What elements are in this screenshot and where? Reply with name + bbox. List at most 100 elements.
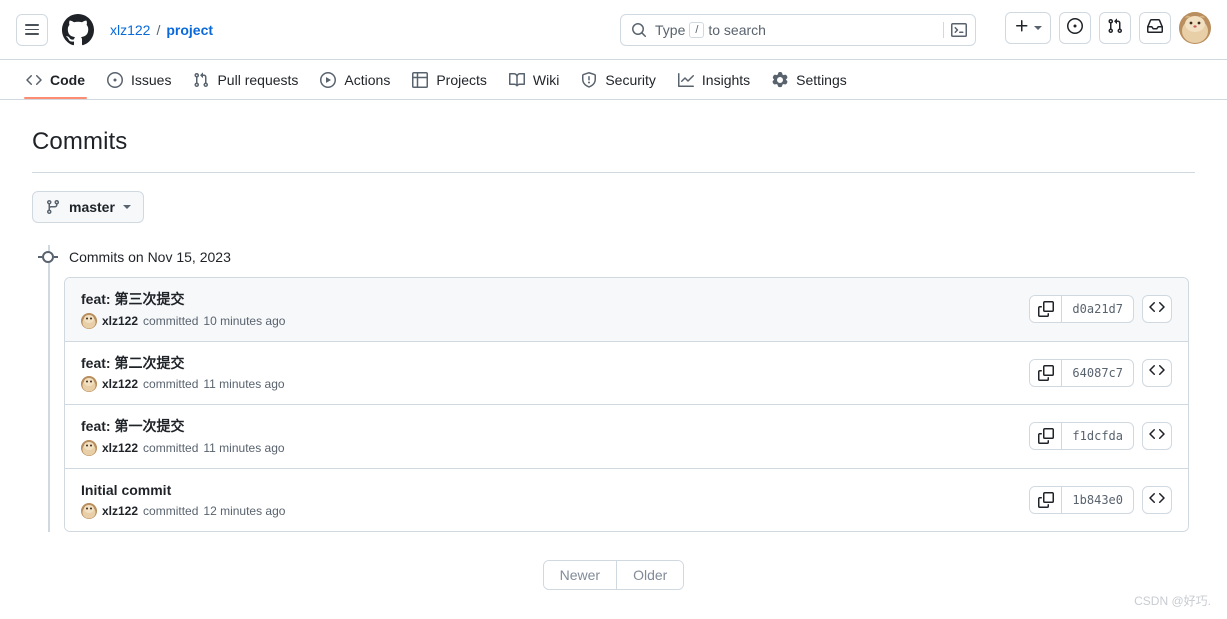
copy-icon[interactable] xyxy=(1030,487,1063,514)
commit-info: feat: 第一次提交 xlz122 committed 11 minutes … xyxy=(81,417,285,456)
copy-icon[interactable] xyxy=(1030,359,1063,386)
chevron-down-icon xyxy=(1034,26,1042,30)
breadcrumb-owner[interactable]: xlz122 xyxy=(110,22,150,38)
commit-message[interactable]: feat: 第三次提交 xyxy=(81,290,285,310)
create-new-button[interactable] xyxy=(1005,12,1051,44)
search-divider xyxy=(943,22,944,38)
search-input[interactable]: Type / to search xyxy=(620,14,976,46)
issues-button[interactable] xyxy=(1059,12,1091,44)
nav-item-settings[interactable]: Settings xyxy=(762,60,857,99)
branch-selector-button[interactable]: master xyxy=(32,191,144,223)
nav-item-security[interactable]: Security xyxy=(571,60,666,99)
nav-item-actions[interactable]: Actions xyxy=(310,60,400,99)
commit-sha[interactable]: 1b843e0 xyxy=(1062,487,1133,513)
table-row[interactable]: feat: 第三次提交 xlz122 committed 10 minutes … xyxy=(65,278,1188,342)
commit-sha[interactable]: 64087c7 xyxy=(1062,360,1133,386)
main-content: Commits master Commits on Nov 15, 2023 f… xyxy=(0,100,1227,591)
commit-info: Initial commit xlz122 committed 12 minut… xyxy=(81,481,285,520)
shield-icon xyxy=(581,71,597,88)
page-title: Commits xyxy=(32,100,1195,173)
commit-author[interactable]: xlz122 xyxy=(102,504,138,518)
sha-group: 64087c7 xyxy=(1029,358,1134,387)
branch-name-label: master xyxy=(69,199,115,215)
graph-icon xyxy=(677,72,694,88)
commit-time: 11 minutes ago xyxy=(203,440,285,455)
notifications-button[interactable] xyxy=(1139,12,1171,44)
browse-repository-button[interactable] xyxy=(1142,295,1172,324)
slash-key-hint: / xyxy=(689,22,705,38)
avatar[interactable] xyxy=(81,439,97,456)
avatar[interactable] xyxy=(81,312,97,329)
commit-message[interactable]: feat: 第一次提交 xyxy=(81,417,285,437)
commit-author[interactable]: xlz122 xyxy=(102,441,138,455)
code-icon xyxy=(26,72,42,88)
newer-button[interactable]: Newer xyxy=(543,561,617,590)
nav-item-insights[interactable]: Insights xyxy=(668,60,760,99)
commit-actions: f1dcfda xyxy=(1029,422,1172,451)
commit-group-date: Commits on Nov 15, 2023 xyxy=(69,249,231,265)
play-icon xyxy=(320,71,337,88)
nav-item-label: Actions xyxy=(344,71,391,88)
issue-opened-icon xyxy=(107,71,123,88)
hamburger-bar xyxy=(25,33,39,35)
search-container: Type / to search xyxy=(620,14,976,46)
commit-author[interactable]: xlz122 xyxy=(102,314,138,328)
user-avatar[interactable] xyxy=(1179,12,1211,44)
commit-list: feat: 第三次提交 xlz122 committed 10 minutes … xyxy=(64,277,1189,533)
nav-item-label: Wiki xyxy=(532,71,560,88)
hamburger-bar xyxy=(25,28,39,31)
avatar[interactable] xyxy=(81,503,97,520)
repo-navigation: Code Issues Pull requests Actions Projec… xyxy=(0,60,1227,100)
sha-group: 1b843e0 xyxy=(1029,486,1134,515)
nav-item-code[interactable]: Code xyxy=(16,60,95,99)
nav-item-label: Pull requests xyxy=(217,71,299,88)
issue-opened-icon xyxy=(1067,17,1083,39)
browse-repository-button[interactable] xyxy=(1142,358,1172,387)
timeline-dot-icon xyxy=(38,251,58,263)
nav-item-issues[interactable]: Issues xyxy=(97,60,181,99)
commit-sha[interactable]: f1dcfda xyxy=(1062,423,1133,449)
commit-actions: 64087c7 xyxy=(1029,358,1172,387)
hamburger-bar xyxy=(25,24,39,26)
commit-meta: xlz122 committed 11 minutes ago xyxy=(81,439,285,456)
nav-item-projects[interactable]: Projects xyxy=(402,60,497,99)
table-row[interactable]: Initial commit xlz122 committed 12 minut… xyxy=(65,468,1188,532)
commit-sha[interactable]: d0a21d7 xyxy=(1062,296,1133,322)
sha-group: f1dcfda xyxy=(1029,422,1134,451)
commit-message[interactable]: Initial commit xyxy=(81,481,285,501)
commit-group-header: Commits on Nov 15, 2023 xyxy=(38,245,1195,269)
sha-group: d0a21d7 xyxy=(1029,295,1134,324)
search-icon xyxy=(631,22,647,38)
breadcrumb-repo[interactable]: project xyxy=(166,22,213,38)
inbox-icon xyxy=(1147,18,1163,39)
code-icon xyxy=(1149,426,1165,447)
breadcrumb: xlz122 / project xyxy=(110,22,213,38)
github-logo-icon[interactable] xyxy=(62,13,94,46)
commit-message[interactable]: feat: 第二次提交 xyxy=(81,354,285,374)
terminal-icon[interactable] xyxy=(951,22,967,38)
commit-actions: d0a21d7 xyxy=(1029,295,1172,324)
commit-author[interactable]: xlz122 xyxy=(102,377,138,391)
avatar[interactable] xyxy=(81,376,97,393)
nav-item-label: Security xyxy=(605,71,656,88)
commit-time: 10 minutes ago xyxy=(203,313,286,328)
pagination: Newer Older xyxy=(32,560,1195,591)
nav-item-label: Code xyxy=(50,71,85,88)
browse-repository-button[interactable] xyxy=(1142,486,1172,515)
table-row[interactable]: feat: 第二次提交 xlz122 committed 11 minutes … xyxy=(65,341,1188,406)
gear-icon xyxy=(772,71,788,88)
browse-repository-button[interactable] xyxy=(1142,422,1172,451)
copy-icon[interactable] xyxy=(1030,296,1063,323)
nav-item-pull-requests[interactable]: Pull requests xyxy=(183,60,308,99)
hamburger-icon[interactable] xyxy=(16,13,48,46)
global-header: xlz122 / project Type / to search xyxy=(0,0,1227,60)
commit-time: 11 minutes ago xyxy=(203,377,285,392)
pull-requests-button[interactable] xyxy=(1099,12,1131,44)
table-row[interactable]: feat: 第一次提交 xlz122 committed 11 minutes … xyxy=(65,405,1188,469)
older-button[interactable]: Older xyxy=(616,561,684,590)
git-pull-request-icon xyxy=(1107,18,1123,39)
nav-item-wiki[interactable]: Wiki xyxy=(499,60,569,99)
copy-icon[interactable] xyxy=(1030,423,1063,450)
watermark: CSDN @好巧. xyxy=(1134,594,1211,608)
commits-timeline: Commits on Nov 15, 2023 feat: 第三次提交 xlz1… xyxy=(32,245,1195,533)
